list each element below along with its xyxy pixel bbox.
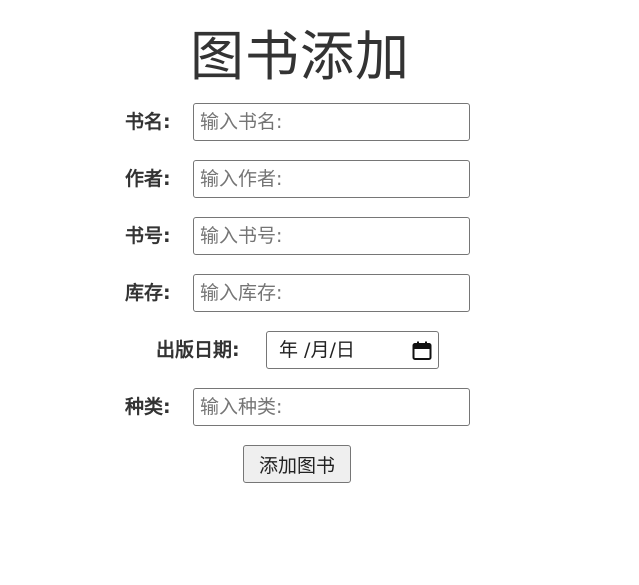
author-input[interactable] (193, 160, 470, 198)
stock-row: 库存: (0, 274, 639, 312)
book-add-page: 图书添加 书名: 作者: 书号: 库存: 出版日期: 年 /月/日 (0, 0, 639, 585)
book-name-label: 书名: (125, 111, 171, 133)
book-number-row: 书号: (0, 217, 639, 255)
page-title: 图书添加 (190, 25, 410, 88)
publish-date-row: 出版日期: 年 /月/日 (0, 331, 639, 369)
book-name-row: 书名: (0, 103, 639, 141)
category-label: 种类: (125, 396, 171, 418)
publish-date-label: 出版日期: (156, 339, 240, 361)
publish-date-input[interactable]: 年 /月/日 (266, 331, 439, 369)
book-name-input[interactable] (193, 103, 470, 141)
author-label: 作者: (125, 168, 171, 190)
book-number-input[interactable] (193, 217, 470, 255)
calendar-icon[interactable] (412, 341, 432, 360)
book-number-label: 书号: (125, 225, 171, 247)
stock-label: 库存: (125, 282, 171, 304)
category-row: 种类: (0, 388, 639, 426)
author-row: 作者: (0, 160, 639, 198)
add-book-button[interactable]: 添加图书 (243, 445, 351, 483)
category-input[interactable] (193, 388, 470, 426)
publish-date-display[interactable]: 年 /月/日 (279, 332, 355, 368)
stock-input[interactable] (193, 274, 470, 312)
